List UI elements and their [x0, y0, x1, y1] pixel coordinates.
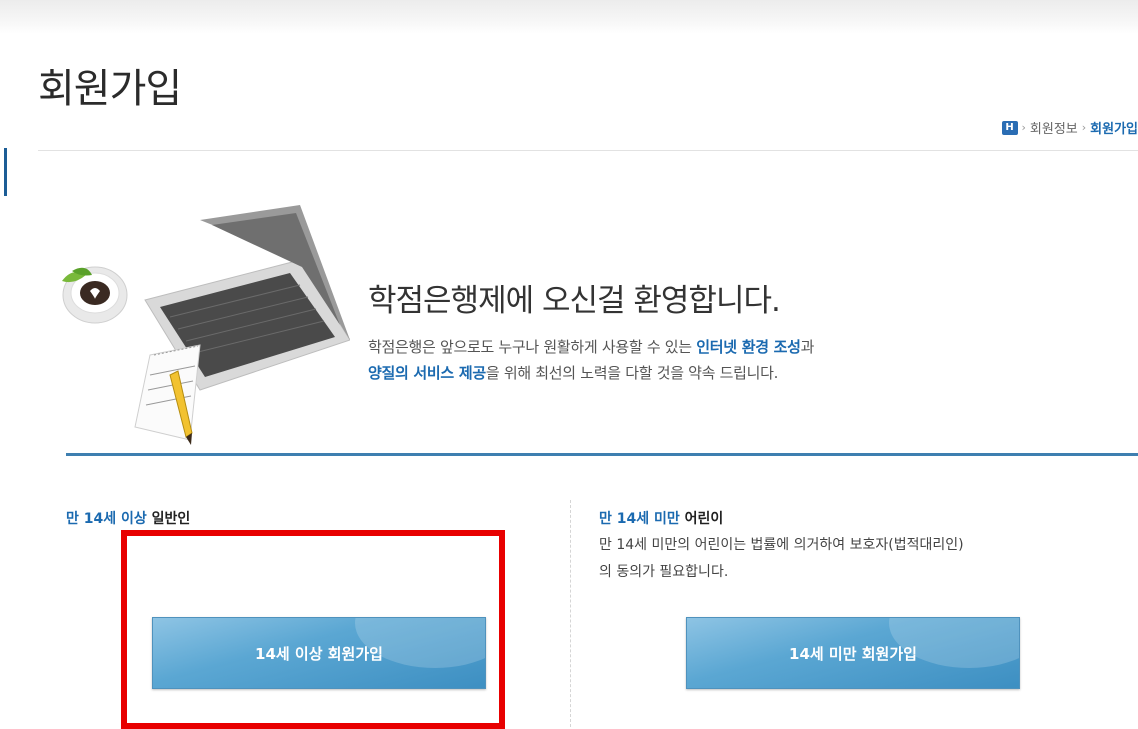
- page-title: 회원가입: [38, 56, 181, 114]
- child-signup-button-label: 14세 미만 회원가입: [789, 643, 917, 664]
- child-section-title: 만 14세 미만 어린이: [599, 508, 723, 528]
- welcome-description: 학점은행은 앞으로도 누구나 원활하게 사용할 수 있는 인터넷 환경 조성과 …: [368, 334, 814, 386]
- top-bar: [0, 0, 1138, 34]
- breadcrumb-separator-icon: ›: [1022, 121, 1026, 134]
- section-divider: [66, 453, 1138, 456]
- welcome-line-1: 학점은행은 앞으로도 누구나 원활하게 사용할 수 있는 인터넷 환경 조성과: [368, 334, 814, 360]
- breadcrumb: H › 회원정보 › 회원가입: [1002, 118, 1138, 137]
- breadcrumb-separator-icon: ›: [1082, 121, 1086, 134]
- breadcrumb-item-signup: 회원가입: [1090, 118, 1138, 137]
- column-divider: [570, 500, 571, 727]
- child-section-note: 만 14세 미만의 어린이는 법률에 의거하여 보호자(법적대리인) 의 동의가…: [599, 532, 964, 586]
- breadcrumb-item-member-info[interactable]: 회원정보: [1030, 118, 1078, 137]
- welcome-heading: 학점은행제에 오신걸 환영합니다.: [368, 275, 780, 320]
- welcome-line-2: 양질의 서비스 제공을 위해 최선의 노력을 다할 것을 약속 드립니다.: [368, 360, 814, 386]
- highlight-box: [121, 530, 505, 729]
- left-accent-bar: [4, 148, 7, 196]
- laptop-coffee-illustration-icon: [50, 205, 350, 450]
- child-signup-button[interactable]: 14세 미만 회원가입: [686, 617, 1020, 689]
- adult-signup-button-label: 14세 이상 회원가입: [255, 643, 383, 664]
- adult-section-title: 만 14세 이상 일반인: [66, 508, 190, 528]
- title-divider: [38, 150, 1138, 151]
- home-icon[interactable]: H: [1002, 121, 1018, 135]
